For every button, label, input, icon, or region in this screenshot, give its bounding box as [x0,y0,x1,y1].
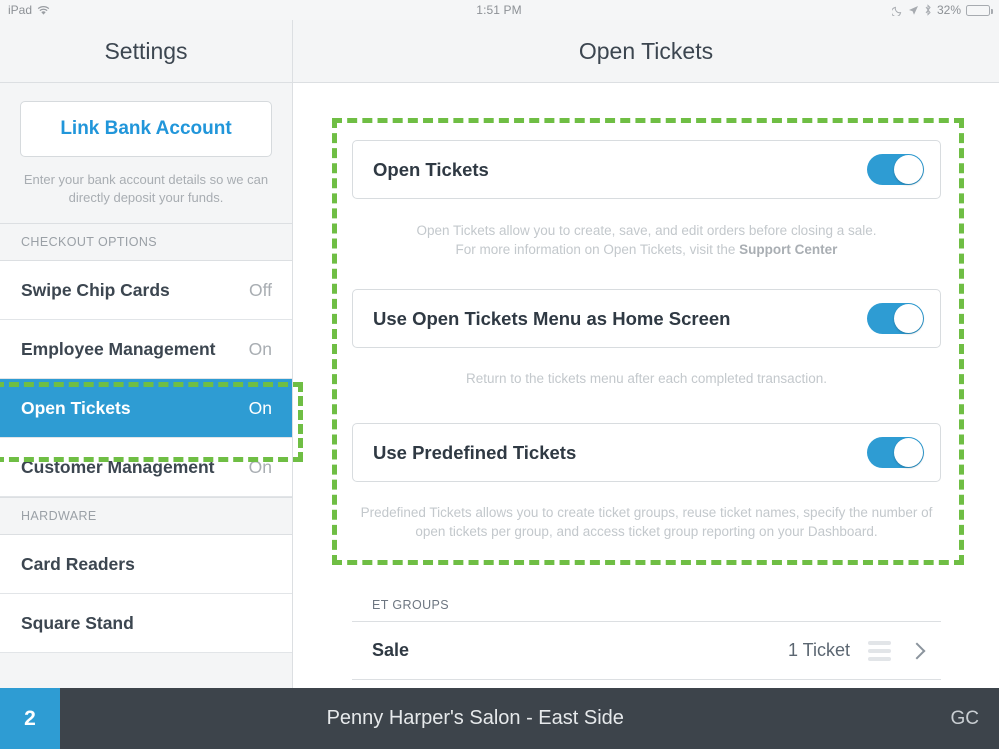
toggle-home-screen[interactable] [867,303,924,334]
bank-account-block: Link Bank Account Enter your bank accoun… [0,83,292,223]
ipad-screen: iPad 1:51 PM 32% Settings Open Tickets L… [0,0,999,749]
sidebar-item-label: Square Stand [21,612,134,633]
sidebar-item-swipe-chip-cards[interactable]: Swipe Chip Cards Off [0,261,292,320]
help-line-1: Return to the tickets menu after each co… [466,371,827,386]
sidebar-item-employee-management[interactable]: Employee Management On [0,320,292,379]
help-line-1: Open Tickets allow you to create, save, … [416,223,877,238]
toggle-open-tickets[interactable] [867,154,924,185]
clock: 1:51 PM [476,3,522,17]
sidebar-item-square-stand[interactable]: Square Stand [0,594,292,653]
support-center-link[interactable]: Support Center [739,242,837,257]
chevron-right-icon[interactable] [908,642,926,659]
open-tickets-panel: Open Tickets Open Tickets allow you to c… [293,83,999,688]
setting-help-predefined-tickets: Predefined Tickets allows you to create … [352,503,941,541]
sidebar-section-header-checkout: CHECKOUT OPTIONS [0,223,292,261]
sidebar-item-label: Employee Management [21,338,216,359]
bank-account-note: Enter your bank account details so we ca… [23,172,269,205]
wifi-icon [37,5,50,16]
setting-card-open-tickets[interactable]: Open Tickets [352,140,941,199]
sidebar-item-label: Open Tickets [21,397,131,418]
moon-icon [891,5,903,16]
sidebar-item-value: Off [248,279,272,300]
sidebar-item-value: On [248,456,272,477]
page-title-open-tickets: Open Tickets [578,37,714,64]
toggle-predefined-tickets[interactable] [867,437,924,468]
status-bar-right: 32% [710,3,993,17]
sidebar-item-value: On [248,397,272,418]
setting-card-home-screen[interactable]: Use Open Tickets Menu as Home Screen [352,289,941,348]
page-title-settings: Settings [104,37,188,64]
sidebar-item-label: Customer Management [21,456,215,477]
link-bank-account-button[interactable]: Link Bank Account [20,101,272,157]
ticket-group-row-sale[interactable]: Sale 1 Ticket [352,622,941,680]
reorder-handle-icon[interactable] [868,640,891,661]
help-line-2-prefix: For more information on Open Tickets, vi… [455,242,740,257]
sidebar-item-customer-management[interactable]: Customer Management On [0,438,292,497]
setting-label: Open Tickets [373,158,489,180]
settings-sidebar[interactable]: Link Bank Account Enter your bank accoun… [0,83,293,688]
battery-icon [966,4,993,16]
help-line-1: Predefined Tickets allows you to create … [360,505,846,520]
user-initials-button[interactable]: GC [951,708,980,730]
sidebar-item-label: Swipe Chip Cards [21,279,170,300]
location-arrow-icon [908,5,919,16]
bottom-bar: 2 Penny Harper's Salon - East Side GC [0,688,999,749]
sidebar-item-value: On [248,338,272,359]
ticket-group-count: 1 Ticket [787,640,850,660]
store-name-label: Penny Harper's Salon - East Side [326,707,624,729]
battery-percent: 32% [936,3,961,17]
setting-help-home-screen: Return to the tickets menu after each co… [352,369,941,388]
status-bar-left: iPad [8,3,288,17]
device-label: iPad [8,3,33,17]
sidebar-item-label: Card Readers [21,553,135,574]
sidebar-item-open-tickets[interactable]: Open Tickets On [0,379,292,438]
sidebar-section-header-hardware: HARDWARE [0,497,292,535]
bluetooth-icon [924,4,932,16]
setting-card-predefined-tickets[interactable]: Use Predefined Tickets [352,423,941,482]
setting-help-open-tickets: Open Tickets allow you to create, save, … [352,221,941,259]
sidebar-item-card-readers[interactable]: Card Readers [0,535,292,594]
status-bar: iPad 1:51 PM 32% [0,0,999,20]
settings-navbar: Settings [0,20,293,83]
setting-label: Use Open Tickets Menu as Home Screen [373,307,731,329]
ticket-group-name: Sale [372,640,410,660]
ticket-groups-header: ET GROUPS [352,588,941,622]
setting-label: Use Predefined Tickets [373,441,577,463]
detail-navbar: Open Tickets [293,20,999,83]
